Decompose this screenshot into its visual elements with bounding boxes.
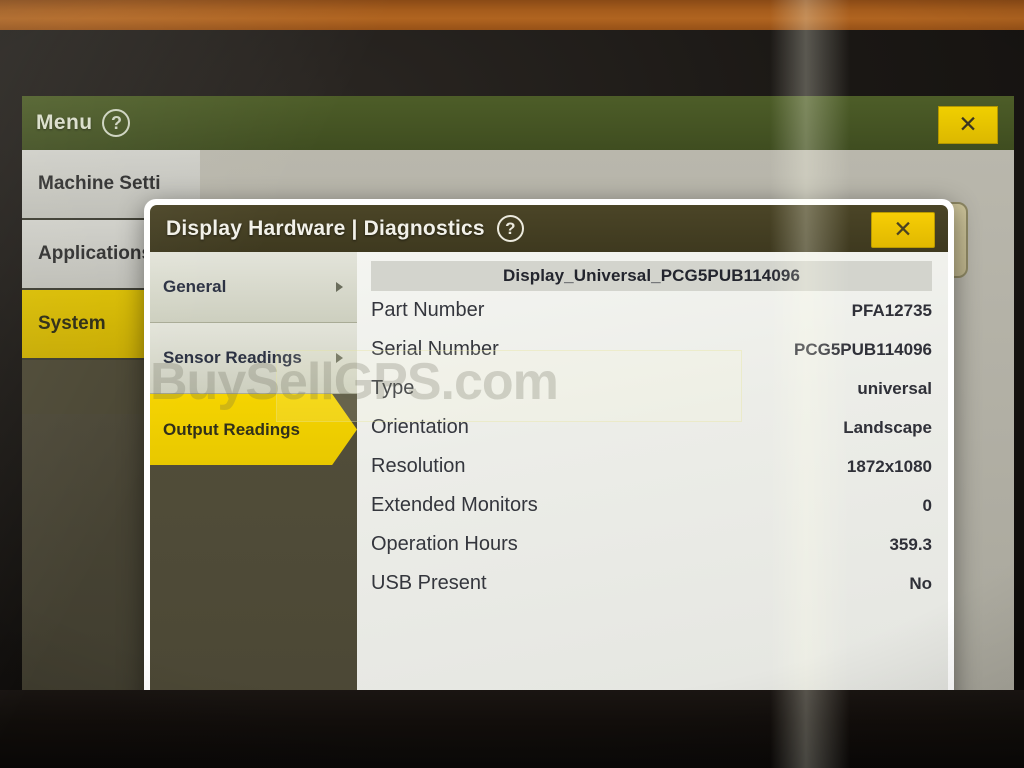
detail-value: No (909, 573, 932, 593)
dialog-title: Display Hardware | Diagnostics (166, 216, 485, 240)
chevron-right-icon (336, 353, 343, 363)
chevron-right-icon (336, 282, 343, 292)
dialog-detail-panel: Display_Universal_PCG5PUB114096 Part Num… (357, 252, 948, 692)
detail-value: PFA12735 (851, 300, 932, 320)
detail-label: Extended Monitors (371, 494, 538, 516)
tab-general-label: General (163, 277, 227, 296)
background-top-bar: Menu ? ✕ (22, 96, 1014, 150)
detail-row: Orientation Landscape (371, 408, 932, 447)
dialog-close-button[interactable]: ✕ (871, 212, 935, 248)
detail-row: Extended Monitors 0 (371, 486, 932, 525)
background-close-button[interactable]: ✕ (938, 106, 998, 144)
detail-value: 1872x1080 (846, 456, 932, 476)
detail-row: USB Present No (371, 564, 932, 603)
tab-sensor-readings[interactable]: Sensor Readings (150, 323, 357, 394)
detail-label: Operation Hours (371, 533, 518, 555)
tab-output-readings-label: Output Readings (163, 419, 300, 439)
detail-row: Operation Hours 359.3 (371, 525, 932, 564)
detail-row: Resolution 1872x1080 (371, 447, 932, 486)
help-icon[interactable]: ? (102, 109, 131, 137)
dialog-help-icon[interactable]: ? (496, 215, 524, 242)
desk-surface (0, 0, 1024, 34)
dialog-inner: Display Hardware | Diagnostics ? ✕ Gener… (150, 205, 948, 692)
detail-value: PCG5PUB114096 (794, 339, 932, 359)
display-panel: Menu ? ✕ Machine Setti Applications Syst… (22, 96, 1014, 692)
detail-row: Type universal (371, 369, 932, 408)
photo-scene: Menu ? ✕ Machine Setti Applications Syst… (0, 0, 1024, 768)
detail-label: Resolution (371, 455, 466, 477)
diagnostics-dialog: Display Hardware | Diagnostics ? ✕ Gener… (144, 199, 954, 692)
tab-general[interactable]: General (150, 252, 357, 323)
device-name-banner: Display_Universal_PCG5PUB114096 (371, 261, 932, 291)
detail-label: Part Number (371, 299, 485, 321)
detail-value: 0 (922, 495, 932, 515)
detail-label: Orientation (371, 416, 469, 438)
detail-label: Serial Number (371, 338, 499, 360)
tab-sensor-readings-label: Sensor Readings (163, 348, 302, 367)
detail-value: universal (857, 378, 932, 398)
monitor-bezel-bottom (0, 690, 1024, 768)
detail-label: USB Present (371, 572, 487, 594)
detail-value: Landscape (843, 417, 932, 437)
dialog-title-bar: Display Hardware | Diagnostics ? ✕ (150, 205, 948, 252)
dialog-body: General Sensor Readings Output Readings … (150, 252, 948, 692)
dialog-tab-column: General Sensor Readings Output Readings (150, 252, 357, 692)
detail-label: Type (371, 377, 415, 399)
detail-row: Serial Number PCG5PUB114096 (371, 330, 932, 369)
tab-output-readings[interactable]: Output Readings (150, 394, 357, 465)
detail-row: Part Number PFA12735 (371, 291, 932, 330)
detail-value: 359.3 (889, 534, 932, 554)
menu-label: Menu (36, 111, 93, 134)
